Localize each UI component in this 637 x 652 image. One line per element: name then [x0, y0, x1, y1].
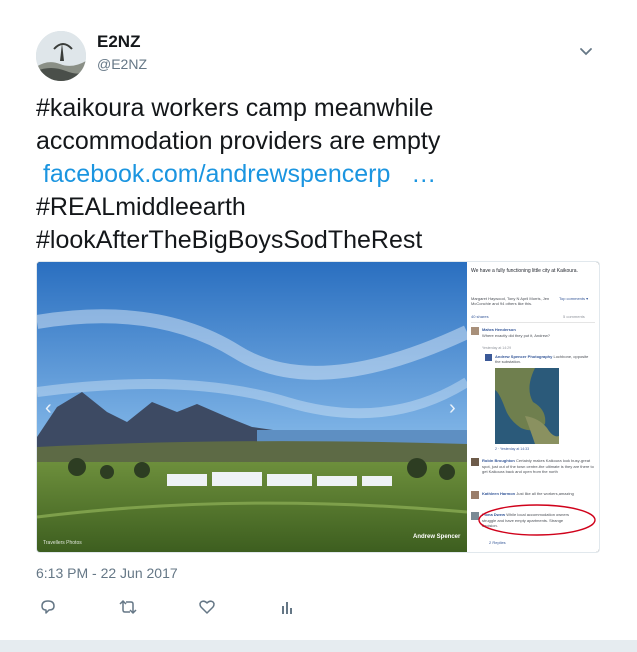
landscape-photo[interactable]: Andrew Spencer Travellers Photos	[37, 262, 467, 552]
fb-comment-2-name: Robin Broughton	[482, 458, 515, 463]
reply-avatar	[485, 354, 492, 361]
hashtag-lookafter[interactable]: #lookAfterTheBigBoysSodTheRest	[36, 224, 616, 257]
facebook-comments-panel: We have a fully functioning little city …	[467, 262, 599, 552]
photo-credit: Andrew Spencer	[413, 534, 461, 540]
reply-icon[interactable]	[38, 597, 58, 617]
fb-post-text: We have a fully functioning little city …	[471, 268, 578, 274]
fb-comment-1-meta: Yesterday at 14:29	[482, 346, 512, 350]
commenter-avatar	[471, 458, 479, 466]
tweet-media[interactable]: Andrew Spencer Travellers Photos ‹ › We …	[36, 261, 600, 553]
hashtag-realmiddleearth[interactable]: #REALmiddleearth	[36, 191, 616, 224]
fb-comment-3-name: Kathleen Harmon	[482, 491, 516, 496]
tweet-text: #kaikoura workers camp meanwhile accommo…	[36, 92, 616, 257]
tweet-link-line: facebook.com/andrewspencerp …	[36, 158, 616, 191]
fb-comment-count: 5 comments	[563, 314, 585, 319]
fb-divider	[471, 322, 595, 323]
tweet-card: E2NZ @E2NZ #kaikoura workers camp meanwh…	[0, 0, 637, 640]
fb-comment-1-text: Where exactly did they put it, Andrew?	[482, 333, 551, 338]
fb-comment-1-name: Mahra Henderson	[482, 327, 516, 332]
fb-reply-meta: 2 · Yesterday at 14:33	[495, 447, 530, 451]
avatar[interactable]	[36, 31, 86, 81]
previous-arrow-icon[interactable]: ‹	[45, 397, 52, 420]
tweet-line-2: accommodation providers are empty	[36, 127, 441, 155]
commenter-avatar	[471, 327, 479, 335]
like-icon[interactable]	[197, 597, 217, 617]
display-name[interactable]: E2NZ	[97, 32, 140, 52]
analytics-icon[interactable]	[277, 597, 297, 617]
fb-likes: Margaret Haywood, Tony N April Morris, J…	[471, 296, 550, 306]
user-handle[interactable]: @E2NZ	[97, 56, 147, 72]
retweet-icon[interactable]	[118, 597, 138, 617]
tweet-link[interactable]: facebook.com/andrewspencerp	[43, 160, 390, 188]
photo-watermark: Travellers Photos	[43, 540, 82, 546]
link-ellipsis[interactable]: …	[411, 160, 436, 188]
next-arrow-icon[interactable]: ›	[449, 397, 456, 420]
chevron-down-icon[interactable]	[575, 40, 597, 62]
tweet-line-1[interactable]: #kaikoura workers camp meanwhile	[36, 92, 616, 125]
highlight-circle	[478, 504, 596, 536]
fb-top-comments: Top comments ▾	[559, 296, 589, 301]
fb-shares: 40 shares	[471, 314, 489, 319]
commenter-avatar	[471, 491, 479, 499]
tweet-timestamp[interactable]: 6:13 PM - 22 Jun 2017	[36, 565, 178, 581]
map-thumbnail	[495, 368, 559, 444]
page-footer-strip	[0, 640, 637, 652]
fb-replies-link: 2 Replies	[489, 540, 506, 545]
fb-comment-3-text: Just like all the workers,amazing	[516, 491, 574, 496]
